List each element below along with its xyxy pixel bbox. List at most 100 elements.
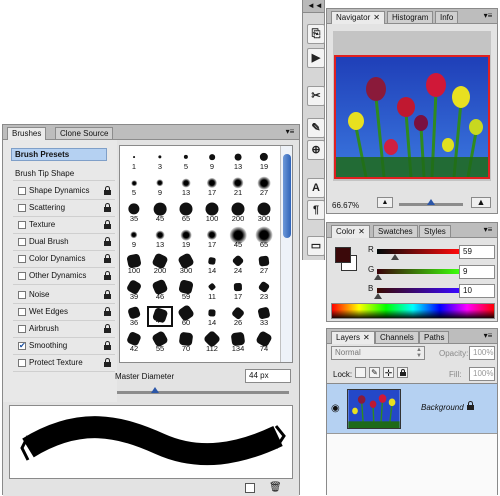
panel-menu-icon[interactable]: ▾≡ bbox=[483, 225, 493, 234]
r-value-field[interactable]: 59 bbox=[459, 245, 495, 259]
layer-name[interactable]: Background bbox=[421, 403, 464, 412]
brush-preset-cell[interactable]: 19 bbox=[173, 228, 199, 249]
tab-layers[interactable]: Layers ✕ bbox=[331, 331, 375, 344]
brush-preset-cell[interactable]: 46 bbox=[147, 278, 173, 301]
master-diameter-slider-thumb[interactable] bbox=[151, 387, 159, 393]
brush-preset-cell[interactable]: 24 bbox=[225, 254, 251, 275]
brush-preset-cell[interactable]: 14 bbox=[199, 254, 225, 275]
brush-preset-cell[interactable]: 60 bbox=[173, 303, 199, 327]
brush-option-other-dynamics[interactable]: Other Dynamics bbox=[13, 268, 115, 285]
foreground-color-swatch[interactable] bbox=[335, 247, 351, 263]
color-spectrum-ramp[interactable] bbox=[331, 303, 495, 319]
g-slider-thumb[interactable] bbox=[374, 274, 382, 280]
brush-option-shape-dynamics[interactable]: Shape Dynamics bbox=[13, 183, 115, 200]
brush-preset-cell[interactable]: 33 bbox=[251, 306, 277, 327]
brush-preset-cell[interactable]: 36 bbox=[121, 305, 147, 327]
eye-icon[interactable]: ◉ bbox=[331, 403, 340, 414]
brush-preset-cell[interactable]: 44 bbox=[147, 306, 173, 327]
lock-icon[interactable] bbox=[104, 307, 111, 316]
b-value-field[interactable]: 10 bbox=[459, 284, 495, 298]
brush-presets-item[interactable]: Brush Presets bbox=[11, 148, 107, 161]
checkbox[interactable] bbox=[18, 325, 26, 333]
master-diameter-slider-track[interactable] bbox=[117, 391, 289, 394]
brush-preset-cell[interactable]: 21 bbox=[225, 176, 251, 197]
trash-icon[interactable]: 🗑 bbox=[269, 482, 282, 493]
checkbox[interactable] bbox=[18, 187, 26, 195]
clone-stamp-icon[interactable]: ⊕ bbox=[307, 140, 325, 160]
tab-histogram[interactable]: Histogram bbox=[387, 11, 434, 23]
lock-all-icon[interactable] bbox=[397, 367, 408, 378]
brush-preset-cell[interactable]: 13 bbox=[147, 228, 173, 249]
brush-preset-cell[interactable]: 14 bbox=[199, 306, 225, 327]
brush-preset-cell[interactable]: 65 bbox=[173, 202, 199, 223]
lock-icon[interactable] bbox=[104, 186, 111, 195]
lock-icon[interactable] bbox=[104, 290, 111, 299]
brush-preset-cell[interactable]: 70 bbox=[173, 331, 199, 353]
tab-paths[interactable]: Paths bbox=[419, 331, 450, 343]
panel-menu-icon[interactable]: ▾≡ bbox=[285, 127, 295, 136]
brush-preset-cell[interactable]: 300 bbox=[173, 252, 199, 275]
brush-preset-cell[interactable]: 100 bbox=[121, 253, 147, 275]
brush-option-dual-brush[interactable]: Dual Brush bbox=[13, 234, 115, 251]
brush-tip-shape-item[interactable]: Brush Tip Shape bbox=[13, 166, 115, 181]
brush-preset-cell[interactable]: 27 bbox=[251, 254, 277, 275]
tab-brushes[interactable]: Brushes bbox=[7, 127, 47, 140]
brush-option-protect-texture[interactable]: Protect Texture bbox=[13, 355, 115, 372]
tab-clone-source[interactable]: Clone Source bbox=[55, 127, 114, 139]
paragraph-icon[interactable]: ¶ bbox=[307, 200, 325, 220]
new-brush-icon[interactable] bbox=[245, 483, 255, 493]
brush-preset-cell[interactable]: 65 bbox=[251, 226, 277, 249]
checkbox[interactable] bbox=[18, 255, 26, 263]
character-icon[interactable]: A bbox=[307, 178, 325, 198]
checkbox[interactable] bbox=[18, 221, 26, 229]
navigator-tool-icon[interactable]: ⎘ bbox=[307, 24, 325, 44]
close-icon[interactable]: ✕ bbox=[363, 333, 370, 342]
tab-info[interactable]: Info bbox=[435, 11, 459, 23]
lock-icon[interactable] bbox=[104, 324, 111, 333]
brush-preset-cell[interactable]: 5 bbox=[173, 150, 199, 171]
brush-preset-cell[interactable]: 27 bbox=[251, 176, 277, 197]
brush-option-color-dynamics[interactable]: Color Dynamics bbox=[13, 251, 115, 268]
brush-preset-cell[interactable]: 112 bbox=[199, 329, 225, 353]
brush-preset-cell[interactable]: 1 bbox=[121, 150, 147, 171]
r-slider-thumb[interactable] bbox=[391, 254, 399, 260]
brush-preset-cell[interactable]: 26 bbox=[225, 306, 251, 327]
tab-styles[interactable]: Styles bbox=[419, 225, 451, 237]
layer-comps-icon[interactable]: ▭ bbox=[307, 236, 325, 256]
close-icon[interactable]: ✕ bbox=[373, 13, 380, 22]
checkbox[interactable] bbox=[18, 291, 26, 299]
lock-icon[interactable] bbox=[104, 341, 111, 350]
zoom-slider-thumb[interactable] bbox=[427, 199, 435, 205]
brush-preset-cell[interactable]: 200 bbox=[147, 252, 173, 275]
brush-preset-cell[interactable]: 45 bbox=[225, 226, 251, 249]
g-value-field[interactable]: 9 bbox=[459, 265, 495, 279]
lock-transparent-icon[interactable] bbox=[355, 367, 366, 378]
grid-scrollbar[interactable] bbox=[280, 146, 292, 362]
b-slider-thumb[interactable] bbox=[374, 293, 382, 299]
brush-preset-cell[interactable]: 55 bbox=[147, 330, 173, 353]
brush-preset-cell[interactable]: 11 bbox=[199, 280, 225, 301]
layer-row-background[interactable]: ◉ Background bbox=[327, 384, 497, 434]
lock-icon[interactable] bbox=[104, 220, 111, 229]
lock-paint-icon[interactable]: ✎ bbox=[369, 367, 380, 378]
zoom-out-mountain-small-icon[interactable]: ▲ bbox=[377, 197, 393, 208]
r-slider-track[interactable] bbox=[377, 249, 459, 254]
lock-icon[interactable] bbox=[104, 237, 111, 246]
brush-option-texture[interactable]: Texture bbox=[13, 217, 115, 234]
blend-mode-select[interactable]: Normal ▲ ▼ bbox=[331, 346, 425, 360]
zoom-in-mountain-large-icon[interactable]: ▲ bbox=[471, 197, 491, 208]
tab-navigator[interactable]: Navigator ✕ bbox=[331, 11, 385, 24]
brush-preset-cell[interactable]: 19 bbox=[251, 150, 277, 171]
checkbox[interactable] bbox=[18, 359, 26, 367]
brush-option-scattering[interactable]: Scattering bbox=[13, 200, 115, 217]
brush-preset-cell[interactable]: 17 bbox=[199, 228, 225, 249]
tool-strip-grip[interactable]: ◄◄ bbox=[303, 0, 324, 13]
close-icon[interactable]: ✕ bbox=[358, 227, 365, 236]
g-slider-track[interactable] bbox=[377, 269, 459, 274]
grid-scroll-thumb[interactable] bbox=[283, 154, 291, 238]
brush-preset-cell[interactable]: 42 bbox=[121, 330, 147, 353]
tool-presets-icon[interactable]: ✂ bbox=[307, 86, 325, 106]
brush-option-airbrush[interactable]: Airbrush bbox=[13, 321, 115, 338]
brush-preset-cell[interactable]: 13 bbox=[225, 150, 251, 171]
zoom-value[interactable]: 66.67% bbox=[332, 201, 359, 210]
